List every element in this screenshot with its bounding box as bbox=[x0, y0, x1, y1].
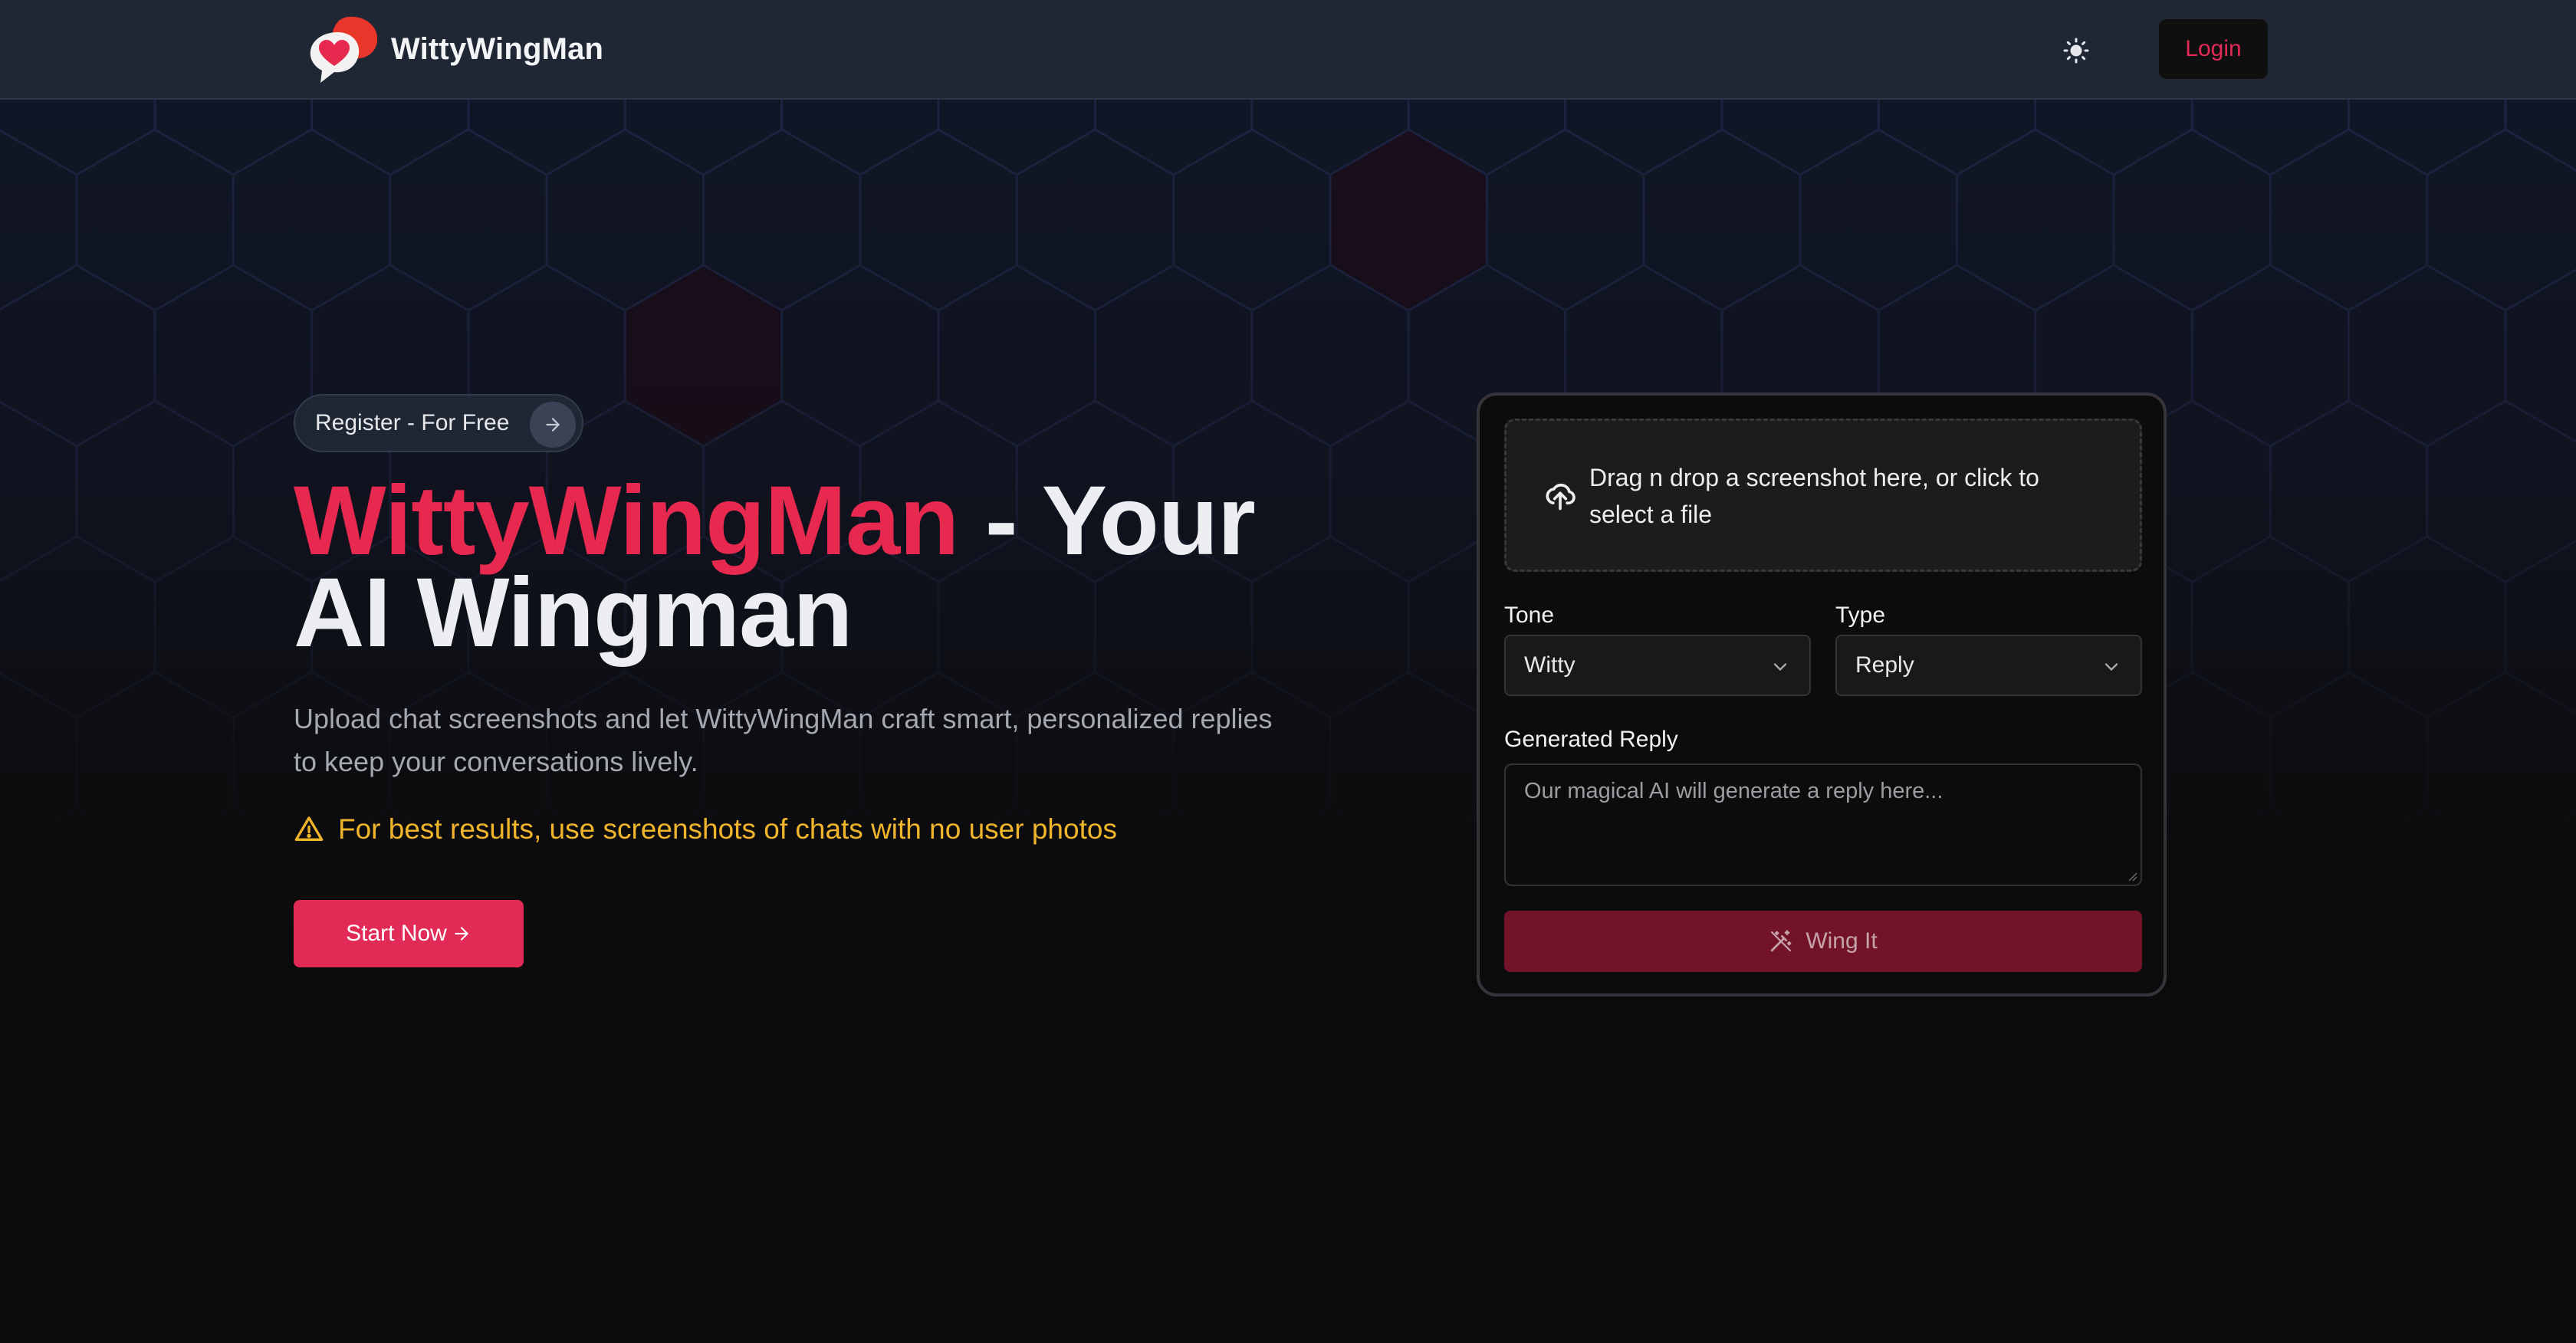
chevron-down-icon bbox=[1773, 663, 1787, 672]
start-now-button[interactable]: Start Now bbox=[294, 900, 524, 967]
type-label: Type bbox=[1835, 603, 1886, 628]
start-now-label: Start Now bbox=[346, 921, 447, 946]
reply-generator-card: Drag n drop a screenshot here, or click … bbox=[1477, 392, 2167, 997]
generated-reply-label: Generated Reply bbox=[1504, 727, 1678, 752]
warning-notice: For best results, use screenshots of cha… bbox=[294, 809, 1117, 849]
type-select[interactable]: Reply bbox=[1835, 635, 2142, 696]
tone-label: Tone bbox=[1504, 603, 1555, 628]
wing-it-button[interactable]: Wing It bbox=[1504, 911, 2142, 972]
generated-reply-textarea[interactable]: Our magical AI will generate a reply her… bbox=[1504, 763, 2142, 886]
warning-text: For best results, use screenshots of cha… bbox=[338, 813, 1117, 845]
warning-triangle-icon bbox=[294, 816, 324, 841]
brand-name: WittyWingMan bbox=[391, 31, 604, 66]
register-pill[interactable]: Register - For Free bbox=[294, 394, 583, 452]
tone-select[interactable]: Witty bbox=[1504, 635, 1811, 696]
top-nav: WittyWingMan Login bbox=[0, 0, 2576, 100]
login-button[interactable]: Login bbox=[2159, 19, 2268, 79]
theme-toggle-button[interactable] bbox=[2056, 31, 2096, 71]
chevron-down-icon bbox=[2104, 663, 2118, 672]
dropzone-text: Drag n drop a screenshot here, or click … bbox=[1589, 464, 2039, 528]
wing-it-label: Wing It bbox=[1806, 928, 1878, 954]
magic-wand-icon bbox=[1770, 930, 1792, 952]
register-pill-label: Register - For Free bbox=[315, 410, 510, 435]
chat-bubbles-heart-icon bbox=[302, 11, 383, 87]
hero-subtitle: Upload chat screenshots and let WittyWin… bbox=[294, 703, 1273, 777]
hero-section: Register - For Free WittyWingMan - Your … bbox=[0, 0, 2576, 1343]
screenshot-dropzone[interactable]: Drag n drop a screenshot here, or click … bbox=[1504, 419, 2142, 572]
cloud-upload-icon bbox=[1546, 483, 1576, 511]
brand[interactable]: WittyWingMan bbox=[302, 11, 603, 87]
sun-icon bbox=[2063, 38, 2089, 64]
type-select-value: Reply bbox=[1855, 652, 1914, 678]
tone-select-value: Witty bbox=[1524, 652, 1576, 678]
arrow-right-icon bbox=[530, 402, 576, 448]
resize-handle-icon[interactable] bbox=[2125, 869, 2137, 882]
reply-placeholder: Our magical AI will generate a reply her… bbox=[1524, 779, 1944, 803]
page-title: WittyWingMan - Your AI Wingman bbox=[294, 472, 1329, 662]
arrow-right-icon bbox=[455, 927, 468, 941]
